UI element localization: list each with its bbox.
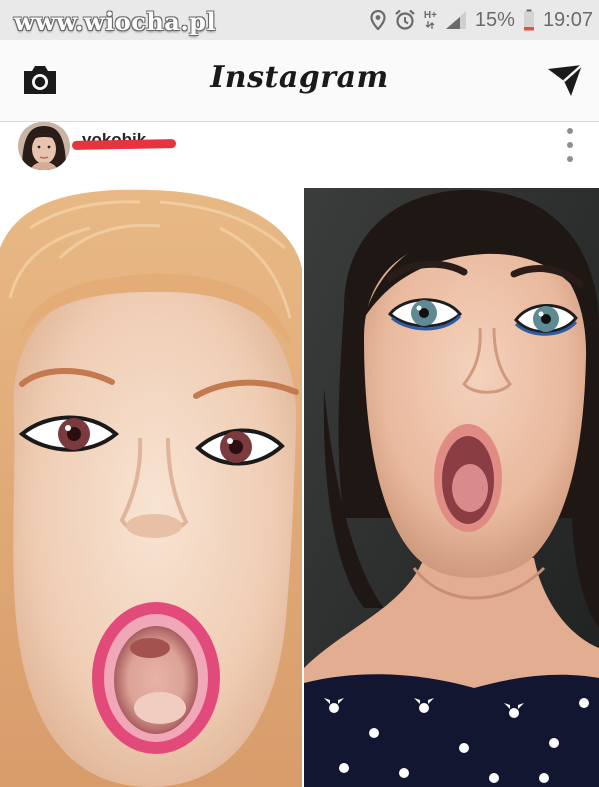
more-vertical-icon[interactable]	[563, 128, 577, 162]
send-icon[interactable]	[545, 62, 585, 98]
status-icons: H+ 15% 19:07	[370, 0, 593, 40]
network-indicator: H+	[424, 11, 437, 29]
username-redaction	[71, 139, 177, 150]
status-bar: www.wiocha.pl H+ 15% 19:07	[0, 0, 599, 40]
network-type: H+	[423, 10, 437, 21]
signal-icon	[445, 10, 467, 30]
location-icon	[370, 10, 386, 30]
app-bar: Instagram	[0, 40, 599, 122]
avatar[interactable]	[18, 122, 70, 170]
battery-percent: 15%	[474, 8, 515, 31]
clock: 19:07	[542, 8, 593, 31]
left-photo[interactable]	[0, 188, 302, 787]
alarm-icon	[394, 9, 416, 31]
right-photo[interactable]	[304, 188, 599, 787]
watermark: www.wiocha.pl	[14, 7, 217, 36]
app-title: Instagram	[210, 60, 389, 95]
battery-icon	[523, 9, 535, 31]
post-header: vokobik	[0, 122, 599, 188]
